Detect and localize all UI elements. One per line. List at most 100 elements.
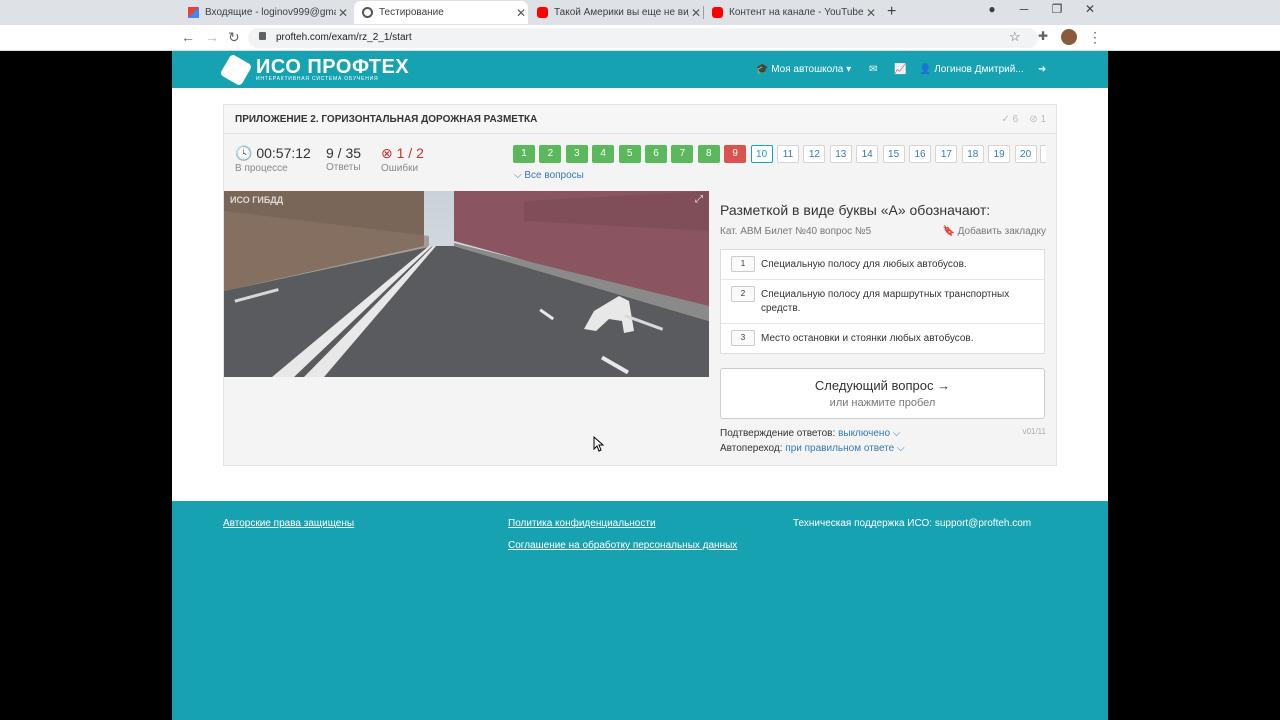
answer-list: 1 Специальную полосу для любых автобусов… bbox=[720, 249, 1045, 354]
site-icon bbox=[362, 7, 373, 18]
question-number-button[interactable]: 1 bbox=[513, 145, 535, 163]
menu-icon[interactable]: ⋮ bbox=[1088, 29, 1102, 46]
close-tab-icon[interactable]: ✕ bbox=[689, 6, 703, 20]
version-label: v01/11 bbox=[1022, 427, 1046, 436]
answer-option-3[interactable]: 3 Место остановки и стоянки любых автобу… bbox=[721, 324, 1044, 354]
copyright-link[interactable]: Авторские права защищены bbox=[223, 518, 354, 529]
tab-bar: Входящие - loginov999@gmail.c ✕ Тестиров… bbox=[0, 0, 1280, 25]
question-number-button[interactable]: 12 bbox=[803, 145, 826, 163]
back-icon[interactable]: ← bbox=[181, 29, 195, 45]
new-tab-button[interactable]: + bbox=[887, 3, 896, 21]
question-number-button[interactable]: 20 bbox=[1014, 145, 1037, 163]
ban-icon: ⊘ bbox=[1029, 114, 1038, 125]
school-menu[interactable]: 🎓 Моя автошкола ▾ bbox=[756, 64, 851, 75]
forward-icon[interactable]: → bbox=[205, 29, 219, 45]
answers-counter: 9 / 35 Ответы bbox=[326, 145, 362, 173]
confirm-answers-setting: Подтверждение ответов: выключено ⌵ bbox=[720, 428, 901, 439]
exam-title-bar: ПРИЛОЖЕНИЕ 2. ГОРИЗОНТАЛЬНАЯ ДОРОЖНАЯ РА… bbox=[224, 105, 1056, 134]
extensions-icon[interactable]: ✚ bbox=[1038, 29, 1048, 43]
answer-option-1[interactable]: 1 Специальную полосу для любых автобусов… bbox=[721, 250, 1044, 280]
question-number-button[interactable]: 6 bbox=[645, 145, 667, 163]
data-agreement-link[interactable]: Соглашение на обработку персональных дан… bbox=[508, 540, 737, 551]
timer: 🕓 00:57:12 В процессе bbox=[235, 145, 311, 174]
address-bar: ← → ↻ profteh.com/exam/rz_2_1/start ☆ ✚ … bbox=[0, 25, 1280, 51]
exam-stats: ✓ 6 ⊘ 1 bbox=[1001, 114, 1046, 125]
exam-title: ПРИЛОЖЕНИЕ 2. ГОРИЗОНТАЛЬНАЯ ДОРОЖНАЯ РА… bbox=[235, 114, 538, 125]
auto-advance-setting: Автопереход: при правильном ответе ⌵ bbox=[720, 443, 905, 454]
site-header: ИСО ПРОФТЕХ ИНТЕРАКТИВНАЯ СИСТЕМА ОБУЧЕН… bbox=[172, 51, 1108, 88]
mail-icon[interactable]: ✉ bbox=[869, 64, 877, 75]
image-watermark: ИСО ГИБДД bbox=[230, 195, 284, 205]
tab-gmail[interactable]: Входящие - loginov999@gmail.c ✕ bbox=[180, 1, 350, 24]
user-menu[interactable]: 👤 Логинов Дмитрий... bbox=[919, 64, 1024, 75]
auto-advance-toggle[interactable]: при правильном ответе bbox=[785, 443, 894, 454]
tab-youtube-1[interactable]: Такой Америки вы еще не виде ✕ bbox=[529, 1, 703, 24]
question-number-button[interactable]: 11 bbox=[777, 145, 799, 163]
mouse-cursor-icon bbox=[593, 436, 605, 452]
answer-option-2[interactable]: 2 Специальную полосу для маршрутных тран… bbox=[721, 280, 1044, 324]
reload-icon[interactable]: ↻ bbox=[228, 29, 240, 46]
support-info: Техническая поддержка ИСО: support@proft… bbox=[793, 518, 1032, 529]
question-number-button[interactable]: 10 bbox=[750, 145, 773, 163]
logo[interactable]: ИСО ПРОФТЕХ ИНТЕРАКТИВНАЯ СИСТЕМА ОБУЧЕН… bbox=[219, 53, 409, 87]
gmail-icon bbox=[188, 7, 199, 18]
question-number-button[interactable]: 15 bbox=[882, 145, 905, 163]
tab-youtube-2[interactable]: Контент на канале - YouTube St ✕ bbox=[704, 1, 878, 24]
question-number-button[interactable]: 9 bbox=[724, 145, 747, 163]
next-question-button[interactable]: Следующий вопрос → или нажмите пробел bbox=[720, 368, 1045, 419]
question-number-button[interactable]: 7 bbox=[671, 145, 694, 163]
question-number-button[interactable]: 4 bbox=[592, 145, 615, 163]
restore-icon[interactable]: ❐ bbox=[1049, 2, 1065, 16]
all-questions-link[interactable]: ⌵ Все вопросы bbox=[514, 170, 584, 181]
close-window-icon[interactable]: ✕ bbox=[1082, 2, 1098, 16]
lock-icon bbox=[259, 32, 266, 40]
confirm-answers-toggle[interactable]: выключено bbox=[838, 428, 890, 439]
clock-icon: 🕓 bbox=[235, 145, 253, 161]
browser-chrome: Входящие - loginov999@gmail.c ✕ Тестиров… bbox=[0, 0, 1280, 51]
youtube-icon bbox=[712, 7, 723, 18]
logout-icon[interactable]: ➜ bbox=[1038, 64, 1046, 75]
expand-icon[interactable]: ⤢ bbox=[695, 194, 703, 205]
star-icon[interactable]: ☆ bbox=[1009, 29, 1021, 45]
graduation-cap-icon: 🎓 bbox=[756, 64, 769, 75]
road-photo bbox=[224, 191, 709, 377]
youtube-icon bbox=[537, 7, 548, 18]
chevron-down-icon: ⌵ bbox=[897, 443, 905, 454]
support-email[interactable]: support@profteh.com bbox=[935, 518, 1031, 529]
privacy-link[interactable]: Политика конфиденциальности bbox=[508, 518, 656, 529]
caret-down-icon: ▾ bbox=[846, 64, 852, 75]
tab-testing[interactable]: Тестирование ✕ bbox=[354, 1, 528, 24]
question-image: ИСО ГИБДД ⤢ bbox=[224, 191, 709, 377]
stats-icon[interactable]: 📈 bbox=[894, 64, 906, 75]
minimize-icon[interactable]: ─ bbox=[1016, 2, 1032, 16]
error-circle-icon: ⊗ bbox=[381, 145, 393, 161]
question-text: Разметкой в виде буквы «А» обозначают: bbox=[720, 202, 991, 218]
question-number-button[interactable]: 16 bbox=[909, 145, 931, 163]
close-tab-icon[interactable]: ✕ bbox=[864, 6, 878, 20]
question-number-button[interactable]: 17 bbox=[935, 145, 958, 163]
chevron-down-icon: ⌵ bbox=[892, 428, 901, 439]
question-number-button[interactable]: 19 bbox=[988, 145, 1011, 163]
question-number-button[interactable]: 14 bbox=[856, 145, 879, 163]
question-navigator-overflow bbox=[1040, 145, 1046, 163]
user-icon: 👤 bbox=[919, 64, 932, 75]
question-meta: Кат. АВМ Билет №40 вопрос №5 bbox=[720, 226, 872, 237]
avatar[interactable] bbox=[1061, 29, 1077, 45]
check-icon: ✓ bbox=[1001, 114, 1010, 125]
url-field[interactable]: profteh.com/exam/rz_2_1/start bbox=[248, 28, 1038, 48]
question-number-button[interactable]: 3 bbox=[565, 145, 588, 163]
question-number-button[interactable]: 8 bbox=[697, 145, 720, 163]
question-number-button[interactable]: 2 bbox=[539, 145, 562, 163]
chevron-down-icon: ⌵ bbox=[514, 170, 522, 181]
logo-mark-icon bbox=[219, 53, 253, 87]
close-tab-icon[interactable]: ✕ bbox=[514, 6, 528, 20]
tab-search-icon[interactable]: ● bbox=[984, 2, 1000, 16]
question-number-button[interactable]: 5 bbox=[618, 145, 641, 163]
add-bookmark-button[interactable]: 🔖 Добавить закладку bbox=[942, 226, 1046, 237]
page: ИСО ПРОФТЕХ ИНТЕРАКТИВНАЯ СИСТЕМА ОБУЧЕН… bbox=[172, 51, 1108, 720]
exam-card: ПРИЛОЖЕНИЕ 2. ГОРИЗОНТАЛЬНАЯ ДОРОЖНАЯ РА… bbox=[223, 104, 1057, 466]
close-tab-icon[interactable]: ✕ bbox=[336, 6, 350, 20]
bookmark-icon: 🔖 bbox=[942, 226, 955, 237]
question-number-button[interactable]: 18 bbox=[961, 145, 984, 163]
question-number-button[interactable]: 13 bbox=[829, 145, 852, 163]
